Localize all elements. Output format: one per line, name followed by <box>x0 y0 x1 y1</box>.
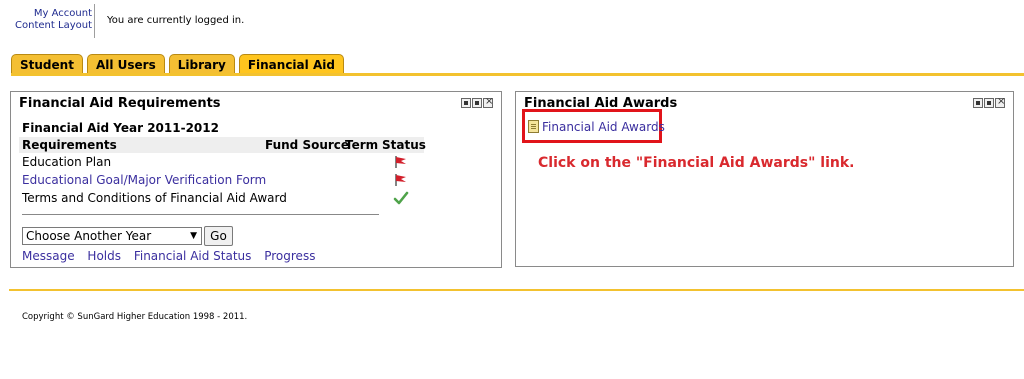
green-check-icon <box>393 191 409 205</box>
header-links: My Account Content Layout <box>0 8 92 32</box>
document-icon <box>528 120 539 133</box>
instruction-text: Click on the "Financial Aid Awards" link… <box>538 155 855 171</box>
divider <box>22 214 379 215</box>
tab-all-users[interactable]: All Users <box>86 54 165 75</box>
footer-divider <box>9 289 1024 291</box>
content-layout-link[interactable]: Content Layout <box>0 20 92 32</box>
maximize-icon[interactable] <box>472 98 482 108</box>
tab-financial-aid[interactable]: Financial Aid <box>238 54 344 75</box>
year-select[interactable]: Choose Another Year ▼ <box>22 227 202 245</box>
panel-title: Financial Aid Requirements <box>19 96 221 111</box>
my-account-link[interactable]: My Account <box>0 8 92 20</box>
minimize-icon[interactable] <box>973 98 983 108</box>
requirements-table-header: Requirements Fund Source Term Status <box>19 137 426 153</box>
maximize-icon[interactable] <box>984 98 994 108</box>
minimize-icon[interactable] <box>461 98 471 108</box>
close-icon[interactable] <box>995 96 1005 108</box>
bottom-links: Message Holds Financial Aid Status Progr… <box>22 249 324 263</box>
panel-controls <box>973 96 1005 108</box>
year-select-value: Choose Another Year <box>26 229 152 243</box>
panel-controls <box>461 96 493 108</box>
message-link[interactable]: Message <box>22 249 75 263</box>
requirement-education-plan: Education Plan <box>22 155 112 169</box>
login-status: You are currently logged in. <box>107 15 245 26</box>
column-fund-source: Fund Source <box>265 138 350 152</box>
tab-underline <box>11 73 1024 76</box>
holds-link[interactable]: Holds <box>87 249 121 263</box>
column-requirements: Requirements <box>22 138 117 152</box>
column-status: Status <box>382 138 426 152</box>
chevron-down-icon: ▼ <box>190 231 197 241</box>
copyright: Copyright © SunGard Higher Education 199… <box>22 312 248 322</box>
header-divider <box>94 4 95 38</box>
red-flag-icon <box>395 174 406 186</box>
requirement-terms-and-conditions: Terms and Conditions of Financial Aid Aw… <box>22 191 287 205</box>
financial-aid-status-link[interactable]: Financial Aid Status <box>134 249 252 263</box>
tab-bar: Student All Users Library Financial Aid <box>11 54 344 75</box>
aid-year-heading: Financial Aid Year 2011-2012 <box>22 121 219 135</box>
tab-student[interactable]: Student <box>11 54 83 75</box>
column-term: Term <box>345 138 379 152</box>
close-icon[interactable] <box>483 96 493 108</box>
progress-link[interactable]: Progress <box>264 249 315 263</box>
red-flag-icon <box>395 156 406 168</box>
tab-library[interactable]: Library <box>168 54 235 75</box>
financial-aid-requirements-panel: Financial Aid Requirements Financial Aid… <box>10 91 502 268</box>
requirement-educational-goal-link[interactable]: Educational Goal/Major Verification Form <box>22 173 266 187</box>
go-button[interactable]: Go <box>204 226 233 246</box>
financial-aid-awards-link[interactable]: Financial Aid Awards <box>542 120 665 134</box>
